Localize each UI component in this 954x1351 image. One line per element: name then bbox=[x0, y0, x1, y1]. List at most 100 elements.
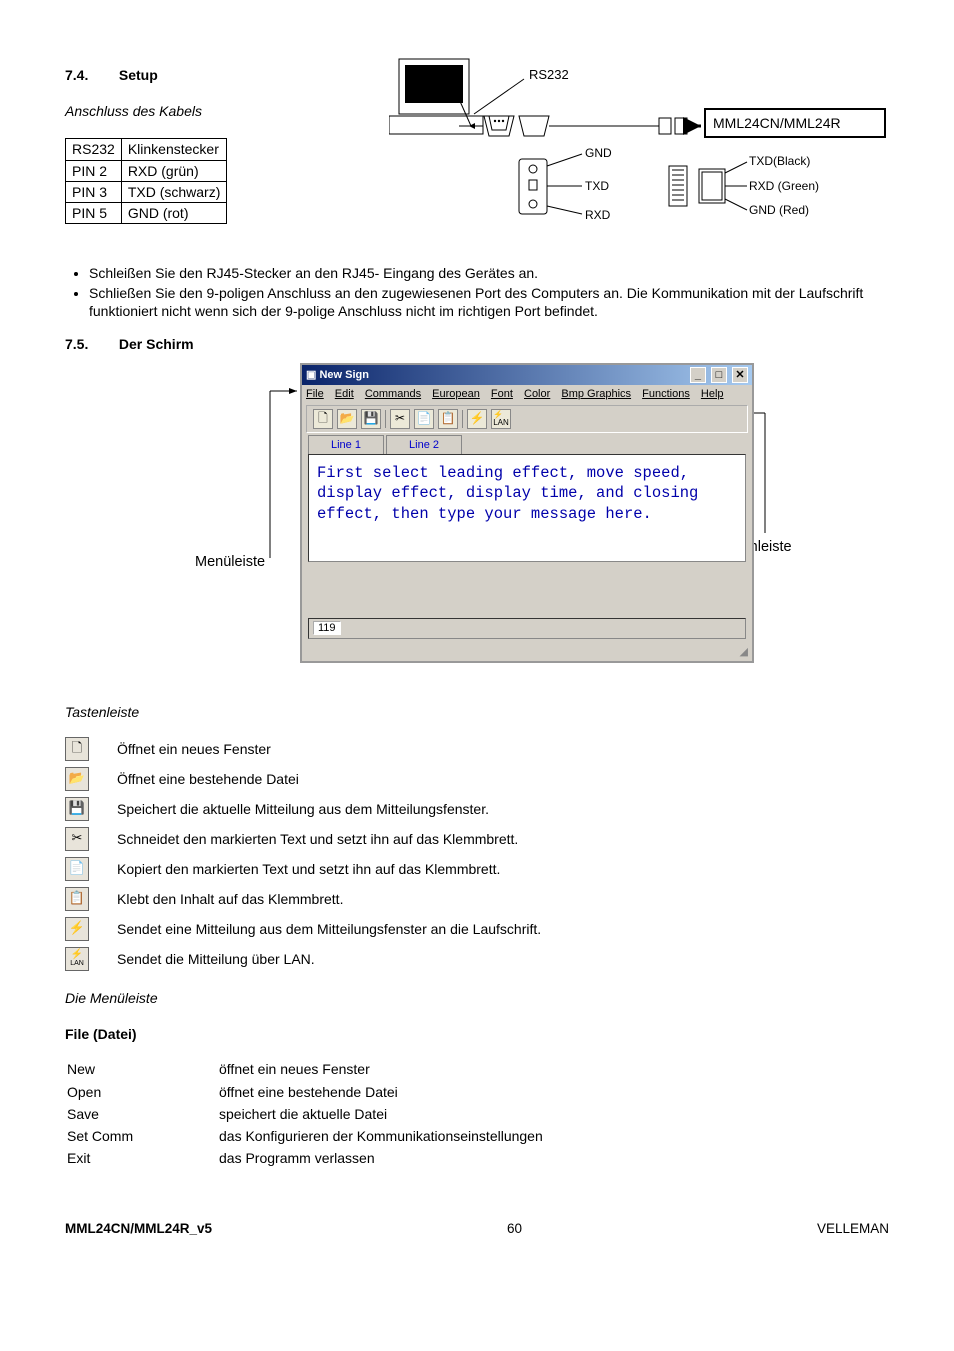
section-7-4-title: Setup bbox=[119, 67, 158, 83]
rxd-green-label: RXD (Green) bbox=[749, 179, 819, 193]
bullet-item: Schleißen Sie den RJ45-Stecker an den RJ… bbox=[89, 264, 889, 282]
table-row: Openöffnet eine bestehende Datei bbox=[67, 1082, 543, 1102]
file-heading: File (Datei) bbox=[65, 1025, 889, 1043]
wiring-diagram: RS232 MML24CN/MML24R bbox=[389, 54, 899, 238]
list-item: 📋 Klebt den Inhalt auf das Klemmbrett. bbox=[65, 887, 889, 911]
titlebar: ▣ New Sign _ □ ✕ bbox=[302, 365, 752, 385]
bullet-item: Schließen Sie den 9-poligen Anschluss an… bbox=[89, 284, 889, 320]
desc: Öffnet eine bestehende Datei bbox=[117, 770, 299, 788]
table-row: Savespeichert die aktuelle Datei bbox=[67, 1104, 543, 1124]
menu-item[interactable]: Commands bbox=[365, 388, 421, 400]
save-icon[interactable]: 💾 bbox=[361, 409, 381, 429]
menu-item[interactable]: Font bbox=[491, 388, 513, 400]
section-7-4-num: 7.4. bbox=[65, 66, 115, 84]
send-icon[interactable]: ⚡ bbox=[467, 409, 487, 429]
send-lan-icon[interactable]: ⚡LAN bbox=[491, 409, 511, 429]
new-icon[interactable]: 🗋 bbox=[313, 409, 333, 429]
txd-label: TXD bbox=[585, 179, 609, 193]
cell: PIN 2 bbox=[66, 160, 122, 181]
cell: Klinkenstecker bbox=[121, 139, 227, 160]
desc: öffnet ein neues Fenster bbox=[219, 1059, 543, 1079]
tab-line2[interactable]: Line 2 bbox=[386, 435, 462, 454]
tab-line1[interactable]: Line 1 bbox=[308, 435, 384, 454]
char-count: 119 bbox=[313, 621, 341, 635]
menu-item[interactable]: European bbox=[432, 388, 480, 400]
menubar: File Edit Commands European Font Color B… bbox=[302, 385, 752, 403]
desc: Öffnet ein neues Fenster bbox=[117, 740, 271, 758]
desc: Speichert die aktuelle Mitteilung aus de… bbox=[117, 800, 489, 818]
resize-grip[interactable]: ◢ bbox=[302, 645, 752, 661]
table-row: Newöffnet ein neues Fenster bbox=[67, 1059, 543, 1079]
pin-table: RS232Klinkenstecker PIN 2RXD (grün) PIN … bbox=[65, 138, 227, 224]
list-item: ⚡LAN Sendet die Mitteilung über LAN. bbox=[65, 947, 889, 971]
paste-icon: 📋 bbox=[65, 887, 89, 911]
desc: Sendet eine Mitteilung aus dem Mitteilun… bbox=[117, 920, 541, 938]
cell: RS232 bbox=[66, 139, 122, 160]
menu-item[interactable]: Color bbox=[524, 388, 550, 400]
desc: öffnet eine bestehende Datei bbox=[219, 1082, 543, 1102]
cmd: Open bbox=[67, 1082, 217, 1102]
desc: Kopiert den markierten Text und setzt ih… bbox=[117, 860, 500, 878]
rs232-label: RS232 bbox=[529, 67, 569, 82]
close-icon[interactable]: ✕ bbox=[732, 367, 748, 383]
open-icon[interactable]: 📂 bbox=[337, 409, 357, 429]
paste-icon[interactable]: 📋 bbox=[438, 409, 458, 429]
menu-item[interactable]: Functions bbox=[642, 388, 690, 400]
section-7-5: 7.5. Der Schirm bbox=[65, 335, 889, 353]
toolbar-legend: 🗋 Öffnet ein neues Fenster 📂 Öffnet eine b… bbox=[65, 737, 889, 971]
footer: MML24CN/MML24R_v5 60 VELLEMAN bbox=[65, 1220, 889, 1238]
cell: RXD (grün) bbox=[121, 160, 227, 181]
cmd: Save bbox=[67, 1104, 217, 1124]
gnd-label: GND bbox=[585, 146, 612, 160]
send-icon: ⚡ bbox=[65, 917, 89, 941]
maximize-icon[interactable]: □ bbox=[711, 367, 727, 383]
list-item: ⚡ Sendet eine Mitteilung aus dem Mitteilu… bbox=[65, 917, 889, 941]
desc: das Programm verlassen bbox=[219, 1148, 543, 1168]
cell: PIN 5 bbox=[66, 202, 122, 223]
statusbar: 119 bbox=[308, 618, 746, 638]
rxd-label: RXD bbox=[585, 208, 611, 222]
page-number: 60 bbox=[507, 1220, 522, 1238]
device-label: MML24CN/MML24R bbox=[713, 115, 841, 131]
cmd: Exit bbox=[67, 1148, 217, 1168]
cell: PIN 3 bbox=[66, 181, 122, 202]
cell: TXD (schwarz) bbox=[121, 181, 227, 202]
window-title: New Sign bbox=[319, 369, 369, 381]
cut-icon[interactable]: ✂ bbox=[390, 409, 410, 429]
desc: das Konfigurieren der Kommunikationseins… bbox=[219, 1126, 543, 1146]
cmd: New bbox=[67, 1059, 217, 1079]
list-item: ✂Schneidet den markierten Text und setzt… bbox=[65, 827, 889, 851]
menu-item[interactable]: File bbox=[306, 388, 324, 400]
section-7-5-title: Der Schirm bbox=[119, 336, 194, 352]
open-icon: 📂 bbox=[65, 767, 89, 791]
software-window: ▣ New Sign _ □ ✕ File Edit Commands Euro… bbox=[300, 363, 754, 663]
cell: GND (rot) bbox=[121, 202, 227, 223]
table-row: RS232Klinkenstecker bbox=[66, 139, 227, 160]
desc: speichert die aktuelle Datei bbox=[219, 1104, 543, 1124]
table-row: PIN 2RXD (grün) bbox=[66, 160, 227, 181]
menu-item[interactable]: Help bbox=[701, 388, 724, 400]
copy-icon[interactable]: 📄 bbox=[414, 409, 434, 429]
menu-item[interactable]: Bmp Graphics bbox=[561, 388, 631, 400]
desc: Sendet die Mitteilung über LAN. bbox=[117, 950, 315, 968]
list-item: 💾Speichert die aktuelle Mitteilung aus d… bbox=[65, 797, 889, 821]
menuleiste-heading: Die Menüleiste bbox=[65, 989, 889, 1007]
setup-bullets: Schleißen Sie den RJ45-Stecker an den RJ… bbox=[65, 264, 889, 321]
file-menu-table: Newöffnet ein neues Fenster Openöffnet e… bbox=[65, 1057, 545, 1170]
desc: Klebt den Inhalt auf das Klemmbrett. bbox=[117, 890, 343, 908]
table-row: Exitdas Programm verlassen bbox=[67, 1148, 543, 1168]
new-icon: 🗋 bbox=[65, 737, 89, 761]
minimize-icon[interactable]: _ bbox=[690, 367, 706, 383]
desc: Schneidet den markierten Text und setzt … bbox=[117, 830, 518, 848]
message-area[interactable]: First select leading effect, move speed,… bbox=[308, 454, 746, 562]
menu-item[interactable]: Edit bbox=[335, 388, 354, 400]
brand: VELLEMAN bbox=[817, 1220, 889, 1238]
toolbar: 🗋 📂 💾 ✂ 📄 📋 ⚡ ⚡LAN bbox=[306, 405, 748, 433]
list-item: 🗋 Öffnet ein neues Fenster bbox=[65, 737, 889, 761]
doc-id: MML24CN/MML24R_v5 bbox=[65, 1220, 212, 1238]
txd-black-label: TXD(Black) bbox=[749, 154, 810, 168]
table-row: Set Commdas Konfigurieren der Kommunikat… bbox=[67, 1126, 543, 1146]
tastenleiste-heading: Tastenleiste bbox=[65, 703, 889, 721]
table-row: PIN 3TXD (schwarz) bbox=[66, 181, 227, 202]
send-lan-icon: ⚡LAN bbox=[65, 947, 89, 971]
